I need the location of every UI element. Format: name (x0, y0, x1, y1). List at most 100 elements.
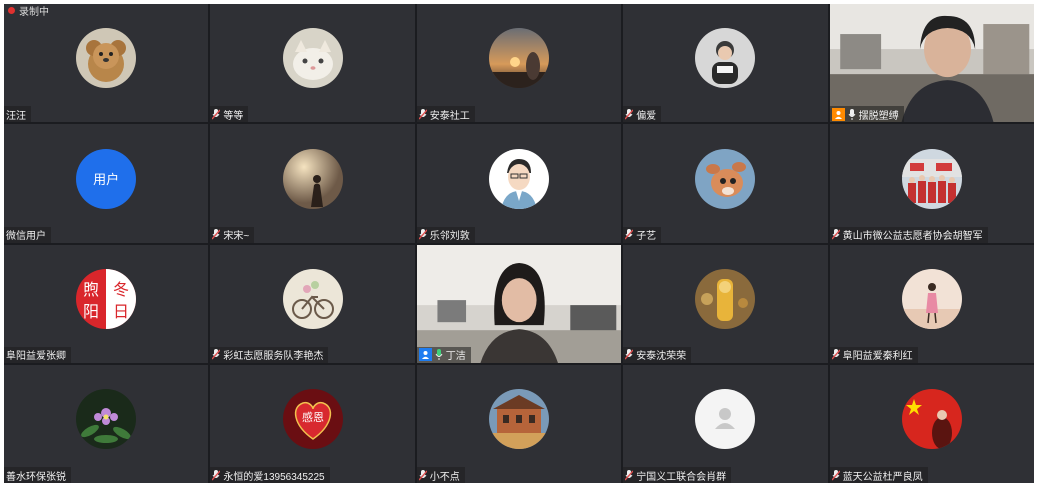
heart-avatar-text: 感恩 (302, 411, 324, 424)
building-avatar (488, 389, 549, 450)
participant-name: 安泰沈荣荣 (636, 351, 687, 363)
toy-avatar (695, 268, 756, 329)
participant-tile[interactable]: 煦阳冬日 阜阳益爱张卿 (4, 244, 209, 363)
flag-avatar (901, 389, 962, 450)
participant-name: 永恒的爱13956345225 (223, 471, 325, 483)
participant-tile[interactable]: 安泰沈荣荣 (623, 244, 828, 363)
mic-muted-icon[interactable] (625, 349, 634, 360)
host-badge-icon (831, 107, 845, 121)
participant-tile[interactable]: 偏爱 (623, 4, 828, 123)
participant-name: 安泰社工 (429, 110, 470, 122)
participant-name: 等等 (223, 110, 244, 122)
mic-muted-icon[interactable] (212, 349, 221, 360)
participant-name: 阜阳益爱张卿 (6, 351, 66, 363)
participant-name: 丁洁 (445, 351, 466, 363)
participant-name-label: 宋宋~ (210, 226, 255, 243)
participant-name-label: 阜阳益爱张卿 (4, 346, 71, 363)
recording-label: 录制中 (19, 6, 49, 18)
silhouette-avatar (282, 148, 343, 209)
participant-name-label: 丁洁 (416, 346, 471, 363)
mic-muted-icon[interactable] (212, 469, 221, 481)
participant-tile[interactable]: 善水环保张锐 (4, 364, 209, 483)
participant-tile[interactable]: 蓝天公益杜严良凤 (829, 364, 1034, 483)
participant-tile[interactable]: 用户 微信用户 (4, 124, 209, 243)
self-badge-icon (418, 348, 432, 362)
mic-muted-icon[interactable] (625, 229, 634, 240)
participant-name-label: 安泰沈荣荣 (623, 346, 692, 363)
participant-tile[interactable]: 乐邻刘敦 (416, 124, 622, 243)
participant-tile[interactable]: 小不点 (416, 364, 622, 483)
participant-tile[interactable]: 安泰社工 (416, 4, 622, 123)
participant-name: 阜阳益爱秦利红 (842, 351, 913, 363)
mic-muted-icon[interactable] (625, 469, 634, 481)
participant-name: 摆脱塑缚 (858, 110, 899, 122)
participant-name: 善水环保张锐 (6, 471, 66, 483)
participant-name-label: 等等 (210, 106, 249, 123)
participant-tile-active-speaker[interactable]: 丁洁 (416, 244, 622, 363)
participant-tile[interactable]: 黄山市微公益志愿者协会胡智军 (829, 124, 1034, 243)
participant-name-label: 安泰社工 (416, 106, 475, 123)
svg-text:阳: 阳 (83, 302, 99, 321)
participant-name: 彩虹志愿服务队李艳杰 (223, 351, 324, 363)
participant-tile[interactable]: 汪汪 (4, 4, 209, 123)
cat-avatar (282, 28, 343, 89)
participant-tile[interactable]: 等等 (210, 4, 415, 123)
participant-tile[interactable]: 摆脱塑缚 (829, 4, 1034, 123)
participant-tile[interactable]: 感恩 永恒的爱13956345225 (210, 364, 415, 483)
participant-tile[interactable]: 子艺 (623, 124, 828, 243)
participant-tile[interactable]: 彩虹志愿服务队李艳杰 (210, 244, 415, 363)
participant-name-label: 摆脱塑缚 (829, 106, 904, 123)
participant-name-label: 子艺 (623, 226, 662, 243)
flower-avatar (76, 389, 137, 450)
participant-name: 偏爱 (636, 110, 657, 122)
text-avatar: 用户 (76, 148, 137, 209)
svg-text:煦: 煦 (83, 280, 99, 299)
participant-name-label: 宁国义工联合会肖群 (623, 467, 732, 483)
mic-muted-icon[interactable] (831, 469, 840, 481)
mic-muted-icon[interactable] (212, 108, 221, 120)
winter-sun-avatar: 煦阳冬日 (76, 268, 137, 329)
record-dot-icon (8, 6, 15, 14)
participant-name: 蓝天公益杜严良凤 (842, 471, 923, 483)
mic-on-icon[interactable] (848, 108, 856, 120)
participant-name: 子艺 (636, 231, 657, 242)
participant-name-label: 善水环保张锐 (4, 467, 71, 483)
mic-muted-icon[interactable] (625, 108, 634, 120)
participant-name-label: 阜阳益爱秦利红 (829, 346, 918, 363)
participant-name: 黄山市微公益志愿者协会胡智军 (842, 231, 983, 242)
bicycle-avatar (282, 268, 343, 329)
participant-name: 汪汪 (6, 110, 26, 122)
participant-tile[interactable]: 宋宋~ (210, 124, 415, 243)
heart-avatar: 感恩 (282, 389, 343, 450)
mic-muted-icon[interactable] (831, 229, 840, 240)
mic-muted-icon[interactable] (212, 229, 221, 240)
participant-tile[interactable]: 阜阳益爱秦利红 (829, 244, 1034, 363)
person-avatar (695, 28, 756, 89)
participant-name: 乐邻刘敦 (429, 231, 470, 242)
mic-muted-icon[interactable] (418, 469, 427, 481)
participant-name-label: 彩虹志愿服务队李艳杰 (210, 346, 329, 363)
walk-avatar (901, 268, 962, 329)
group-avatar (901, 148, 962, 209)
deer-avatar (695, 148, 756, 209)
participant-name-label: 偏爱 (623, 106, 662, 123)
live-video-feed (829, 4, 1034, 123)
participant-name-label: 汪汪 (4, 106, 31, 123)
live-video-feed (416, 244, 622, 363)
default-avatar (695, 389, 756, 450)
participant-name-label: 永恒的爱13956345225 (210, 467, 330, 483)
mic-muted-icon[interactable] (831, 349, 840, 360)
mic-active-icon[interactable] (435, 349, 443, 361)
participant-name-label: 微信用户 (4, 226, 51, 243)
participant-name: 宁国义工联合会肖群 (636, 471, 727, 483)
cartoon-man-avatar (488, 148, 549, 209)
svg-text:冬: 冬 (113, 280, 129, 299)
participant-tile[interactable]: 宁国义工联合会肖群 (623, 364, 828, 483)
participant-name-label: 乐邻刘敦 (416, 226, 475, 243)
mic-muted-icon[interactable] (418, 229, 427, 240)
mic-muted-icon[interactable] (418, 108, 427, 120)
dog-avatar (76, 28, 137, 89)
svg-text:日: 日 (113, 302, 129, 321)
recording-indicator[interactable]: 录制中 (4, 4, 128, 18)
participant-name-label: 蓝天公益杜严良凤 (829, 467, 928, 483)
